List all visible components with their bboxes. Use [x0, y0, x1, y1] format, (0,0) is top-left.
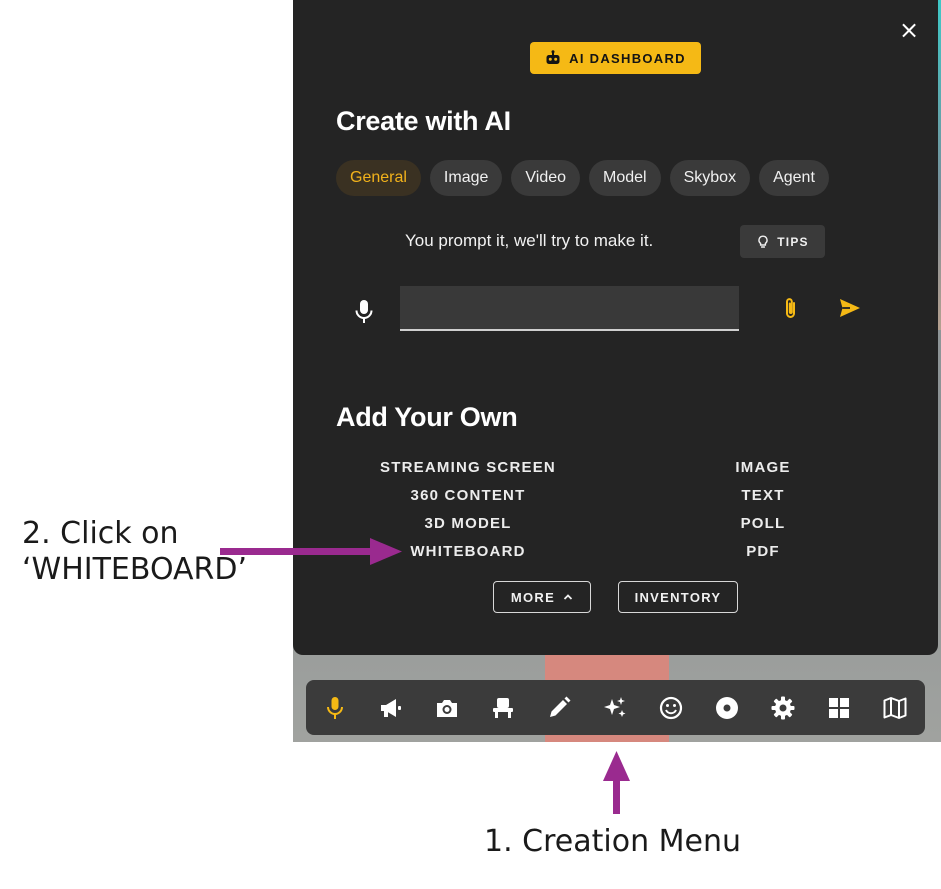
record-icon [716, 697, 738, 719]
tab-skybox[interactable]: Skybox [669, 160, 751, 196]
toolbar-seat-button[interactable] [488, 693, 518, 723]
annotation-step-2-line-1: 2. Click on [22, 516, 179, 551]
add-pdf[interactable]: PDF [746, 538, 780, 566]
microphone-icon[interactable] [353, 299, 375, 325]
add-image[interactable]: IMAGE [735, 454, 790, 482]
creation-panel: × AI DASHBOARD Create with AI General Im… [293, 0, 938, 655]
add-poll[interactable]: POLL [741, 510, 786, 538]
inventory-button[interactable]: INVENTORY [618, 581, 738, 613]
arrow-to-creation-menu [603, 751, 630, 814]
sparkles-icon [604, 697, 626, 717]
add-text[interactable]: TEXT [741, 482, 784, 510]
more-button[interactable]: MORE [493, 581, 591, 613]
more-label: MORE [510, 589, 556, 605]
create-with-ai-heading: Create with AI [336, 106, 511, 136]
toolbar-emoji-button[interactable] [656, 693, 686, 723]
seat-icon [493, 698, 513, 718]
add-streaming-screen[interactable]: STREAMING SCREEN [380, 454, 556, 482]
add-own-list-left: STREAMING SCREEN 360 CONTENT 3D MODEL WH… [375, 454, 561, 566]
lightbulb-icon [758, 234, 768, 248]
tips-label: TIPS [777, 234, 809, 249]
megaphone-icon [381, 699, 401, 717]
tips-button[interactable]: TIPS [740, 225, 825, 258]
grid-icon [829, 698, 849, 718]
add-3d-model[interactable]: 3D MODEL [424, 510, 511, 538]
robot-icon [546, 50, 560, 64]
bottom-toolbar [306, 680, 925, 735]
add-whiteboard[interactable]: WHITEBOARD [410, 538, 525, 566]
microphone-icon [327, 697, 343, 719]
tab-agent[interactable]: Agent [759, 160, 829, 196]
gear-icon [771, 696, 795, 720]
close-button[interactable]: × [897, 18, 921, 42]
add-360-content[interactable]: 360 CONTENT [411, 482, 526, 510]
toolbar-megaphone-button[interactable] [376, 693, 406, 723]
prompt-hint-text: You prompt it, we'll try to make it. [405, 231, 654, 250]
map-icon [883, 697, 907, 719]
camera-icon [437, 700, 457, 717]
chevron-up-icon [563, 594, 573, 600]
ai-category-tabs: General Image Video Model Skybox Agent [336, 160, 829, 196]
ai-dashboard-button[interactable]: AI DASHBOARD [530, 42, 701, 74]
toolbar-record-button[interactable] [712, 693, 742, 723]
send-icon[interactable] [838, 297, 862, 319]
tab-general[interactable]: General [336, 160, 421, 196]
toolbar-draw-button[interactable] [544, 693, 574, 723]
emoji-icon [659, 696, 683, 720]
add-own-list-right: IMAGE TEXT POLL PDF [705, 454, 821, 566]
ai-prompt-input[interactable] [400, 286, 739, 331]
toolbar-layout-button[interactable] [824, 693, 854, 723]
toolbar-microphone-button[interactable] [320, 693, 350, 723]
tab-image[interactable]: Image [429, 160, 503, 196]
annotation-step-1: 1. Creation Menu [484, 824, 741, 859]
annotation-step-2: 2. Click on ‘WHITEBOARD’ [22, 516, 247, 588]
ai-dashboard-label: AI DASHBOARD [569, 50, 686, 66]
toolbar-settings-button[interactable] [768, 693, 798, 723]
tab-model[interactable]: Model [589, 160, 661, 196]
toolbar-creation-menu-button[interactable] [600, 693, 630, 723]
add-your-own-heading: Add Your Own [336, 402, 518, 432]
toolbar-camera-button[interactable] [432, 693, 462, 723]
tab-video[interactable]: Video [511, 160, 581, 196]
pencil-icon [550, 696, 571, 717]
toolbar-map-button[interactable] [880, 693, 910, 723]
inventory-label: INVENTORY [634, 589, 722, 605]
annotation-step-2-line-2: ‘WHITEBOARD’ [22, 552, 248, 587]
paperclip-icon[interactable] [781, 296, 801, 322]
